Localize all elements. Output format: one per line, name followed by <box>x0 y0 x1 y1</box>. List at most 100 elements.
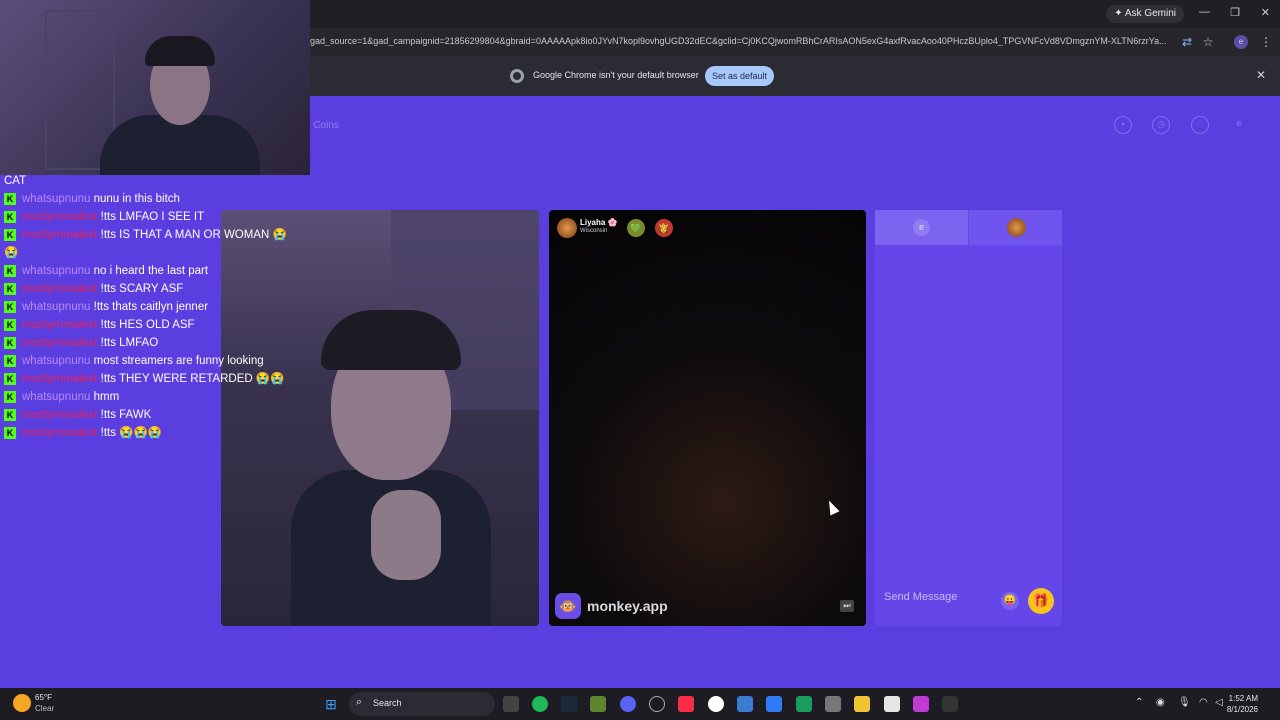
stream-chat-overlay: CAT Kwhatsupnunu nunu in this bitch Kmost… <box>4 172 294 442</box>
chat-message: Kwhatsupnunu most streamers are funny lo… <box>4 352 294 370</box>
kick-badge-icon: K <box>4 228 16 241</box>
weather-desc[interactable]: Clear <box>35 704 54 713</box>
windows-taskbar: 65°F Clear ⊞ ⌕ Search ⌃ ◉ 🎙 ◠ ◁ 1:52 AM … <box>0 688 1280 720</box>
chat-username[interactable]: mostyrnrealest <box>22 427 97 439</box>
peer-video: Liyaha 🌸 Wisconsin 💚 👸 🐵 monkey.app ⏭ <box>549 210 866 626</box>
chat-text: !tts HES OLD ASF <box>100 319 195 331</box>
chat-message: Kwhatsupnunu nunu in this bitch <box>4 190 294 208</box>
file-explorer-icon[interactable] <box>854 696 870 712</box>
kick-badge-icon: K <box>4 336 16 349</box>
ask-gemini-label: Ask Gemini <box>1124 8 1176 19</box>
chat-username[interactable]: whatsupnunu <box>22 391 90 403</box>
emoji-button[interactable]: 😛 <box>1001 592 1019 610</box>
taskbar-search[interactable]: ⌕ Search <box>349 692 495 716</box>
profile-icon[interactable]: e <box>1230 116 1248 134</box>
chat-username[interactable]: mostyrnrealest <box>22 211 97 223</box>
profile-avatar[interactable]: e <box>1234 35 1248 49</box>
history-icon[interactable]: ◷ <box>1152 116 1170 134</box>
crown-badge-icon[interactable]: 👸 <box>655 219 673 237</box>
spotify-icon[interactable] <box>532 696 548 712</box>
heart-badge-icon[interactable]: 💚 <box>627 219 645 237</box>
ask-gemini-button[interactable]: ✦ Ask Gemini <box>1106 5 1184 23</box>
app-icon-grey[interactable] <box>825 696 841 712</box>
kick-badge-icon: K <box>4 192 16 205</box>
menu-kebab-icon[interactable]: ⋮ <box>1258 34 1274 50</box>
discord-icon[interactable] <box>620 696 636 712</box>
start-icon[interactable]: ⊞ <box>323 696 339 712</box>
kick-badge-icon: K <box>4 390 16 403</box>
kick-badge-icon: K <box>4 372 16 385</box>
chat-username[interactable]: mostyrnrealest <box>22 229 97 241</box>
capcut-icon[interactable] <box>913 696 929 712</box>
chat-message: Kwhatsupnunu hmm <box>4 388 294 406</box>
chat-message: Kmostyrnrealest !tts 😭😭😭 <box>4 424 294 442</box>
notes-icon[interactable] <box>884 696 900 712</box>
app-icon-green[interactable] <box>796 696 812 712</box>
peer-avatar[interactable] <box>557 218 577 238</box>
peer-location: Wisconsin <box>580 228 608 234</box>
wifi-icon[interactable]: ◠ <box>1199 697 1208 708</box>
peer-tab-avatar <box>1007 218 1026 237</box>
kick-badge-icon: K <box>4 426 16 439</box>
app-icon-dark[interactable] <box>942 696 958 712</box>
volume-icon[interactable]: ◁ <box>1215 697 1223 708</box>
peer-name: Liyaha 🌸 <box>580 218 618 227</box>
restore-button[interactable]: ❐ <box>1230 6 1240 19</box>
chat-message: Kwhatsupnunu no i heard the last part <box>4 262 294 280</box>
xbox-icon[interactable] <box>649 696 665 712</box>
minecraft-icon[interactable] <box>590 696 606 712</box>
chat-fragment: CAT <box>4 175 27 187</box>
translate-icon[interactable]: ⇄ <box>1179 34 1195 50</box>
chat-username[interactable]: mostyrnrealest <box>22 373 97 385</box>
coins-label[interactable]: e Coins <box>305 120 339 131</box>
chat-username[interactable]: whatsupnunu <box>22 265 90 277</box>
chat-username[interactable]: mostyrnrealest <box>22 409 97 421</box>
weather-icon[interactable] <box>13 694 31 712</box>
chat-message: Kwhatsupnunu !tts thats caitlyn jenner <box>4 298 294 316</box>
gift-button[interactable]: 🎁 <box>1028 588 1054 614</box>
minimize-button[interactable]: — <box>1199 6 1210 18</box>
task-view-icon[interactable] <box>503 696 519 712</box>
clock-date[interactable]: 8/1/2026 <box>1227 705 1258 714</box>
tray-app-icon[interactable]: ◉ <box>1156 697 1165 708</box>
microphone-icon[interactable]: 🎙 <box>1178 697 1191 708</box>
store-icon[interactable] <box>737 696 753 712</box>
infobar-close-icon[interactable]: ✕ <box>1256 68 1266 82</box>
set-default-button[interactable]: Set as default <box>705 66 774 86</box>
weather-temp[interactable]: 65°F <box>35 693 52 702</box>
tray-chevron-icon[interactable]: ⌃ <box>1135 697 1143 708</box>
bookmark-star-icon[interactable]: ☆ <box>1200 34 1216 50</box>
chat-username[interactable]: mostyrnrealest <box>22 319 97 331</box>
infobar-message: Google Chrome isn't your default browser <box>533 70 699 80</box>
clock-time[interactable]: 1:52 AM <box>1229 694 1258 703</box>
kick-badge-icon: K <box>4 282 16 295</box>
send-message-input[interactable]: Send Message <box>884 591 957 603</box>
messages-icon[interactable]: ◌ <box>1191 116 1209 134</box>
chat-username[interactable]: mostyrnrealest <box>22 337 97 349</box>
chat-username[interactable]: whatsupnunu <box>22 301 90 313</box>
search-label: Search <box>373 698 402 708</box>
chat-username[interactable]: whatsupnunu <box>22 193 90 205</box>
chat-text: !tts FAWK <box>100 409 152 421</box>
tab-peer[interactable] <box>969 210 1062 245</box>
window-icon[interactable] <box>766 696 782 712</box>
chat-username[interactable]: whatsupnunu <box>22 355 90 367</box>
kick-badge-icon: K <box>4 354 16 367</box>
chat-username[interactable]: mostyrnrealest <box>22 283 97 295</box>
chat-message: Kmostyrnrealest !tts THEY WERE RETARDED … <box>4 370 294 388</box>
skip-icon[interactable]: ⏭ <box>840 600 854 612</box>
steam-icon[interactable] <box>561 696 577 712</box>
chat-text: !tts LMFAO I SEE IT <box>100 211 205 223</box>
streamer-webcam <box>0 0 310 175</box>
chrome-logo-icon <box>510 69 524 83</box>
kick-badge-icon: K <box>4 210 16 223</box>
music-icon[interactable] <box>678 696 694 712</box>
notification-icon[interactable]: • <box>1114 116 1132 134</box>
tab-self[interactable]: e <box>875 210 968 245</box>
window-close-button[interactable]: ✕ <box>1261 6 1270 19</box>
self-avatar: e <box>913 219 930 236</box>
url-field[interactable]: gad_source=1&gad_campaignid=21856299804&… <box>310 36 1170 46</box>
brand-watermark: monkey.app <box>587 598 668 614</box>
kick-badge-icon: K <box>4 264 16 277</box>
chrome-icon[interactable] <box>708 696 724 712</box>
